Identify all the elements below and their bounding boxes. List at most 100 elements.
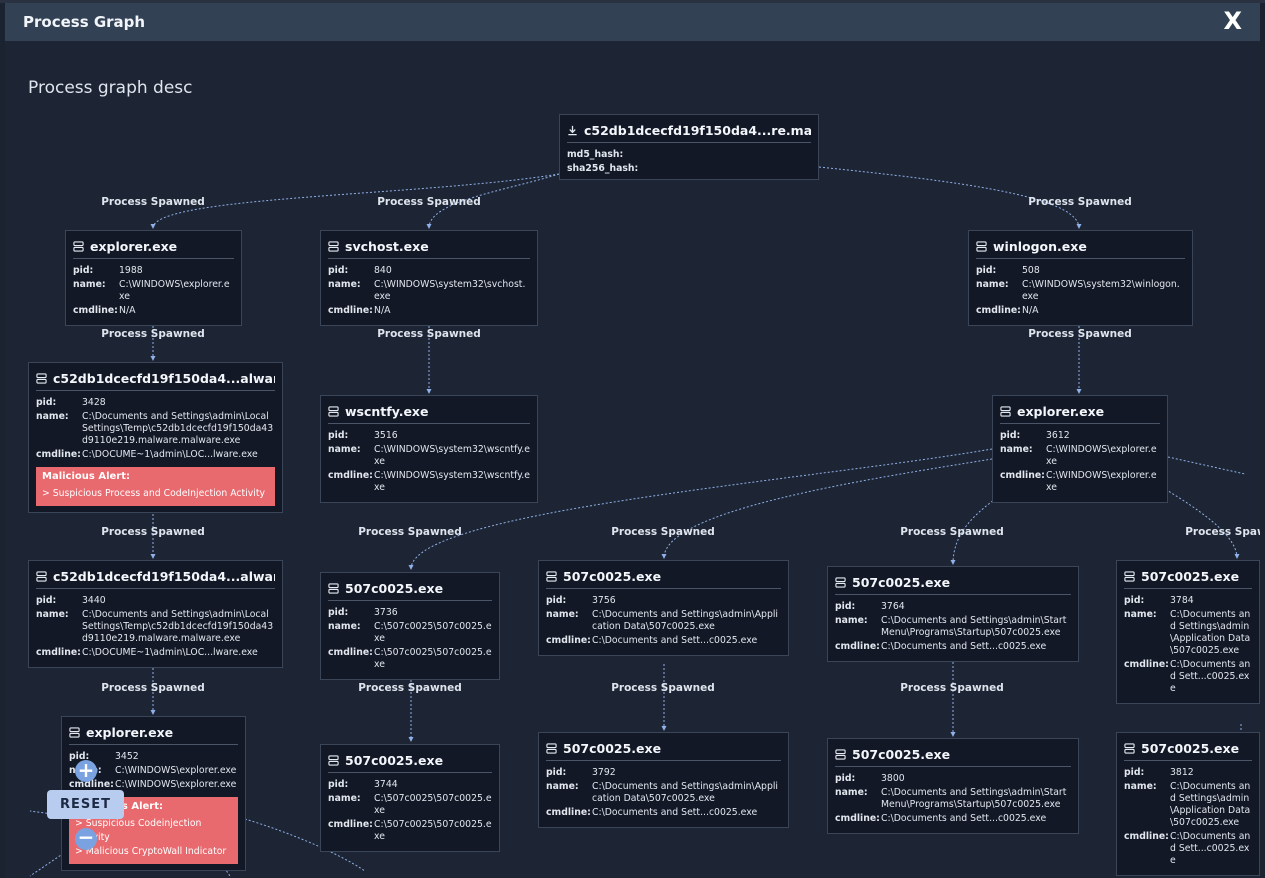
- node-title-row: 507c0025.exe: [1124, 569, 1252, 589]
- field-value: C:\Documents and Settings\admin\Start Me…: [881, 615, 1067, 638]
- field-value: 508: [1022, 265, 1040, 276]
- field-label: pid:: [976, 265, 997, 276]
- process-node[interactable]: 507c0025.exe pid: 3812 name: C:\Documents an…: [1116, 732, 1260, 876]
- field-label: cmdline:: [328, 819, 373, 830]
- field-value: 1988: [119, 265, 143, 276]
- graph-node-root[interactable]: c52db1dcecfd19f150da4...re.malware md5_h…: [559, 114, 819, 180]
- server-icon: [835, 577, 846, 588]
- server-icon: [328, 406, 339, 417]
- field-value: C:\Documents and Settings\admin\Start Me…: [881, 787, 1067, 810]
- field-value: C:\507c0025\507c0025.exe: [374, 647, 492, 670]
- process-node[interactable]: c52db1dcecfd19f150da4...alware.exe pid: 34…: [28, 560, 283, 668]
- edge-label: Process Spawned: [900, 526, 1004, 538]
- field-label: pid:: [36, 595, 57, 606]
- reset-button[interactable]: RESET: [47, 790, 124, 819]
- cmdline-row: cmdline: N/A: [328, 305, 530, 317]
- process-node[interactable]: winlogon.exe pid: 508 name: C:\WINDOWS\syste…: [968, 230, 1193, 326]
- field-value: C:\Documents and Sett...c0025.exe: [1170, 659, 1251, 694]
- edge-label: Process Spawned: [101, 526, 205, 538]
- pid-row: pid: 1988: [73, 265, 234, 277]
- cmdline-row: cmdline: C:\WINDOWS\explorer.exe: [1000, 470, 1160, 494]
- server-icon: [36, 373, 47, 384]
- process-node[interactable]: 507c0025.exe pid: 3756 name: C:\Documents an…: [538, 560, 789, 656]
- field-label: name:: [73, 279, 106, 290]
- cmdline-row: cmdline: C:\WINDOWS\system32\wscntfy.exe: [328, 470, 530, 494]
- process-node[interactable]: 507c0025.exe pid: 3744 name: C:\507c0025\507…: [320, 744, 500, 852]
- edge-label: Process Spawned: [377, 196, 481, 208]
- zoom-out-button[interactable]: −: [75, 827, 97, 850]
- zoom-in-button[interactable]: +: [75, 760, 97, 782]
- edge-label: Process Spawned: [377, 328, 481, 340]
- process-node[interactable]: svchost.exe pid: 840 name: C:\WINDOWS\system…: [320, 230, 538, 326]
- node-title-row: svchost.exe: [328, 239, 530, 259]
- field-value: C:\WINDOWS\system32\svchost.exe: [374, 279, 526, 302]
- field-value: 3800: [881, 773, 905, 784]
- node-title-row: 507c0025.exe: [546, 741, 781, 761]
- pid-row: pid: 3792: [546, 767, 781, 779]
- process-node[interactable]: 507c0025.exe pid: 3736 name: C:\507c0025\507…: [320, 572, 500, 680]
- edge-label: Process Spawned: [1028, 196, 1132, 208]
- pid-row: pid: 3736: [328, 607, 492, 619]
- field-label: pid:: [36, 397, 57, 408]
- field-value: C:\Documents and Sett...c0025.exe: [592, 635, 758, 646]
- field-value: 3428: [82, 397, 106, 408]
- cmdline-row: cmdline: C:\Documents and Sett...c0025.ex…: [1124, 831, 1252, 867]
- field-value: C:\507c0025\507c0025.exe: [374, 621, 492, 644]
- node-title: 507c0025.exe: [563, 569, 662, 584]
- node-title-row: c52db1dcecfd19f150da4...re.malware: [567, 123, 811, 143]
- field-label: cmdline:: [835, 813, 880, 824]
- field-label: cmdline:: [1124, 831, 1169, 842]
- cmdline-row: cmdline: C:\Documents and Sett...c0025.ex…: [835, 641, 1071, 653]
- cmdline-row: cmdline: C:\507c0025\507c0025.exe: [328, 819, 492, 843]
- field-label: name:: [328, 279, 361, 290]
- field-value: 3440: [82, 595, 106, 606]
- field-value: 3764: [881, 601, 905, 612]
- name-row: name: C:\WINDOWS\explorer.exe: [1000, 444, 1160, 468]
- alert-item: > Malicious CryptoWall Indicator: [75, 846, 227, 857]
- process-node[interactable]: 507c0025.exe pid: 3784 name: C:\Documents an…: [1116, 560, 1260, 704]
- process-node[interactable]: explorer.exe pid: 3612 name: C:\WINDOWS\expl…: [992, 395, 1168, 503]
- process-node[interactable]: 507c0025.exe pid: 3792 name: C:\Documents an…: [538, 732, 789, 828]
- process-node[interactable]: 507c0025.exe pid: 3764 name: C:\Documents an…: [827, 566, 1079, 662]
- field-label: cmdline:: [328, 305, 373, 316]
- field-value: C:\Documents and Settings\admin\Applicat…: [592, 609, 779, 632]
- node-title-row: winlogon.exe: [976, 239, 1185, 259]
- edge-explorer-offscreen: [1167, 456, 1246, 475]
- field-label: cmdline:: [36, 647, 81, 658]
- edge-label: Process Spawned: [611, 526, 715, 538]
- graph-canvas[interactable]: Process graph desc Process Spawned Proce…: [5, 41, 1260, 878]
- cmdline-row: cmdline: N/A: [73, 305, 234, 317]
- field-label: pid:: [1000, 430, 1021, 441]
- pid-row: pid: 3428: [36, 397, 275, 409]
- pid-row: pid: 508: [976, 265, 1185, 277]
- name-row: name: C:\507c0025\507c0025.exe: [328, 793, 492, 817]
- process-node[interactable]: c52db1dcecfd19f150da4...alware.exe pid: 34…: [28, 362, 283, 513]
- name-row: name: C:\Documents and Settings\admin\App…: [546, 781, 781, 805]
- field-value: 3792: [592, 767, 616, 778]
- close-button[interactable]: X: [1223, 7, 1242, 35]
- node-title: 507c0025.exe: [852, 747, 951, 762]
- server-icon: [835, 749, 846, 760]
- field-value: 3784: [1170, 595, 1194, 606]
- node-title: 507c0025.exe: [345, 581, 444, 596]
- field-label: name:: [1124, 609, 1157, 620]
- field-value: C:\Documents and Settings\admin\Applicat…: [1170, 781, 1251, 828]
- field-value: C:\Documents and Settings\admin\Applicat…: [1170, 609, 1251, 656]
- edge-label: Process Spawned: [1028, 328, 1132, 340]
- node-title: c52db1dcecfd19f150da4...re.malware: [584, 123, 811, 138]
- process-node[interactable]: wscntfy.exe pid: 3516 name: C:\WINDOWS\syste…: [320, 395, 538, 503]
- field-value: C:\WINDOWS\explorer.exe: [1046, 470, 1157, 493]
- node-title-row: explorer.exe: [73, 239, 234, 259]
- field-label: name:: [976, 279, 1009, 290]
- field-value: 840: [374, 265, 392, 276]
- node-title: c52db1dcecfd19f150da4...alware.exe: [53, 569, 275, 584]
- node-title: 507c0025.exe: [852, 575, 951, 590]
- field-value: 3736: [374, 607, 398, 618]
- name-row: name: C:\Documents and Settings\admin\App…: [1124, 609, 1252, 657]
- process-node[interactable]: 507c0025.exe pid: 3800 name: C:\Documents an…: [827, 738, 1079, 834]
- server-icon: [546, 743, 557, 754]
- name-row: name: C:\WINDOWS\system32\winlogon.exe: [976, 279, 1185, 303]
- node-title: 507c0025.exe: [1141, 569, 1240, 584]
- process-node[interactable]: explorer.exe pid: 1988 name: C:\WINDOWS\expl…: [65, 230, 242, 326]
- server-icon: [976, 241, 987, 252]
